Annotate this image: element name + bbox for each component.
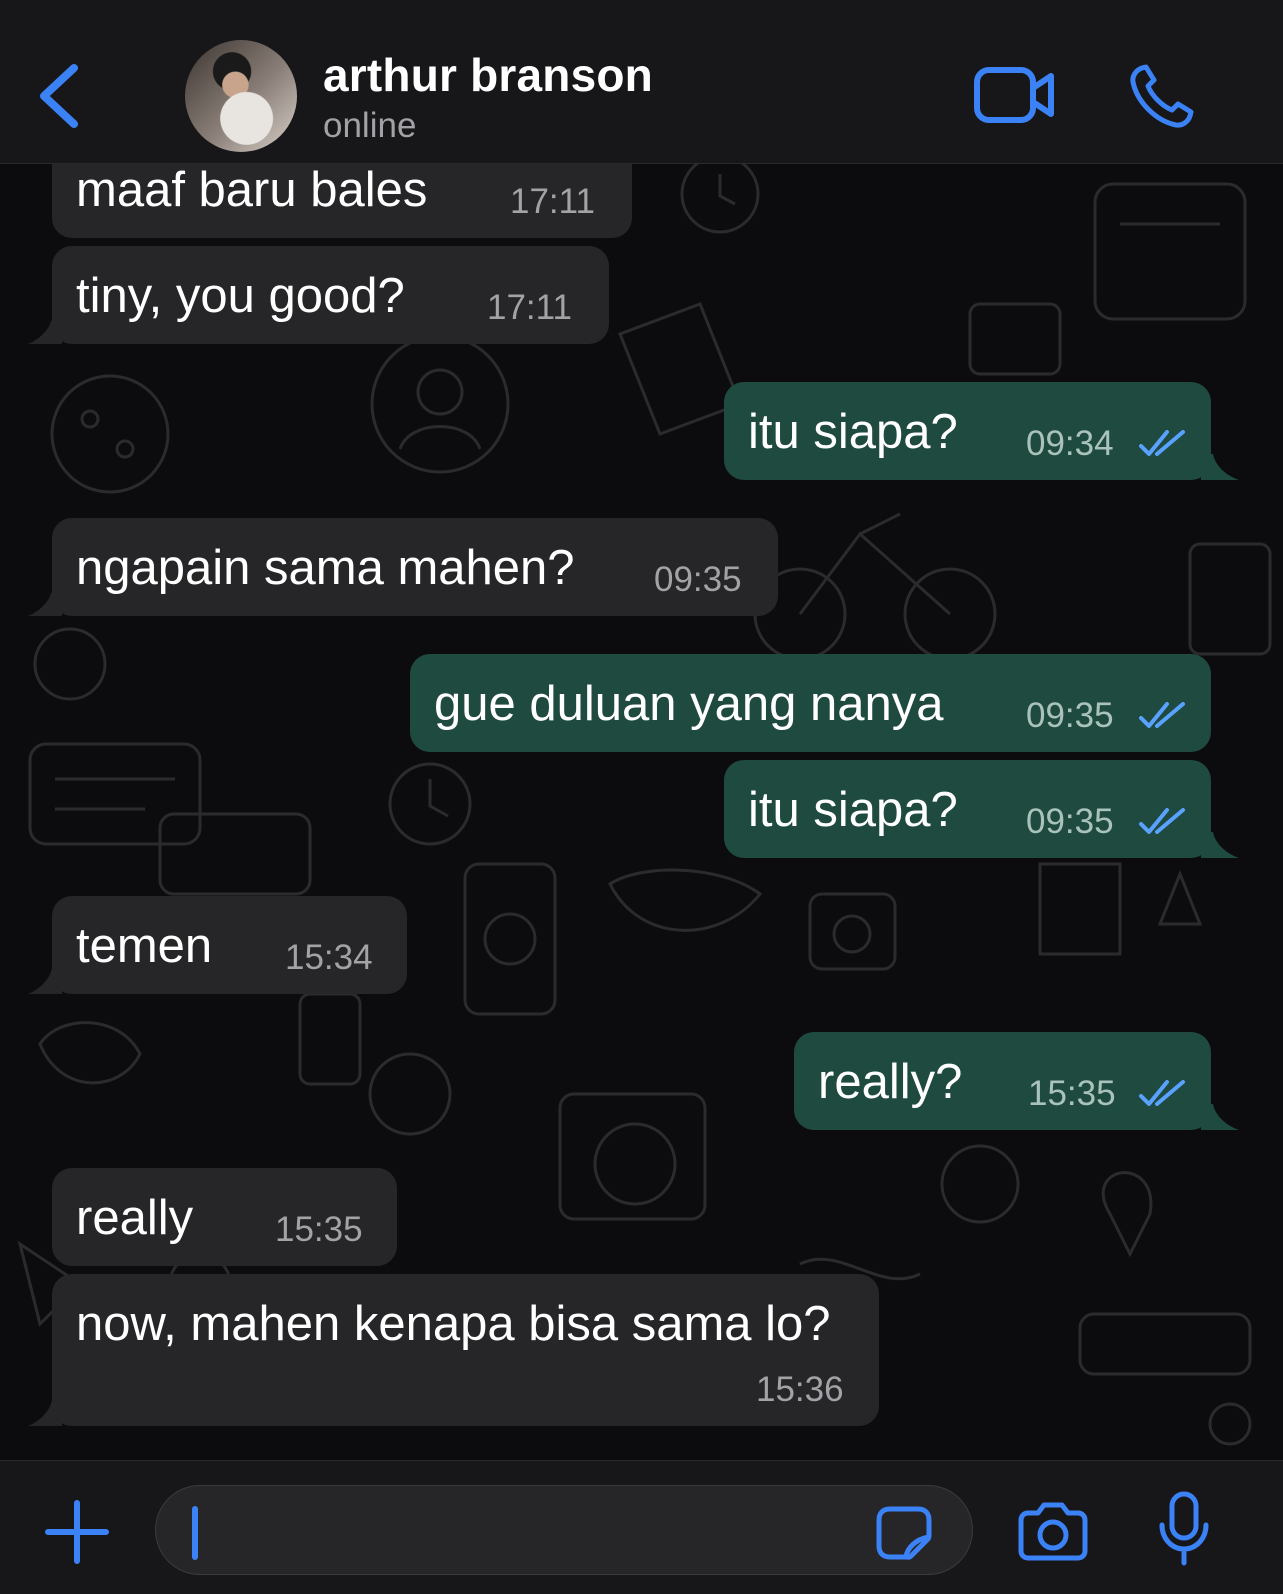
video-call-button[interactable]: [974, 66, 1056, 129]
bubble-tail: [28, 968, 62, 994]
read-receipt-icon: [1139, 808, 1185, 834]
message-time: 15:34: [285, 938, 373, 977]
message-text: really?: [818, 1055, 963, 1109]
back-chevron-icon: [40, 64, 78, 128]
bubble-tail: [1201, 1104, 1239, 1130]
contact-status: online: [323, 106, 417, 145]
message-bubble-incoming[interactable]: ngapain sama mahen? 09:35: [28, 518, 778, 616]
read-receipt-icon: [1139, 702, 1185, 728]
bubble-tail: [28, 318, 62, 344]
message-bubble-outgoing[interactable]: really? 15:35: [794, 1032, 1239, 1130]
message-time: 09:35: [654, 560, 742, 599]
message-text: itu siapa?: [748, 783, 958, 837]
message-time: 17:11: [510, 182, 595, 221]
voice-call-button[interactable]: [1128, 64, 1194, 135]
voice-message-button[interactable]: [1156, 1491, 1212, 1572]
message-time: 09:34: [1026, 424, 1114, 463]
message-text: ngapain sama mahen?: [76, 541, 575, 595]
message-text: really: [76, 1191, 194, 1245]
message-time: 15:36: [756, 1370, 844, 1409]
message-bubble-incoming[interactable]: really 15:35: [52, 1168, 397, 1266]
message-text: maaf baru bales: [76, 164, 428, 217]
message-time: 15:35: [1028, 1074, 1116, 1113]
composer-bar: [0, 1460, 1283, 1594]
video-call-icon: [974, 67, 1054, 123]
message-input[interactable]: [155, 1485, 973, 1575]
message-time: 09:35: [1026, 802, 1114, 841]
camera-icon: [1018, 1502, 1088, 1561]
text-caret: [192, 1506, 198, 1560]
message-time: 17:11: [487, 288, 572, 327]
camera-button[interactable]: [1018, 1501, 1088, 1566]
back-button[interactable]: [34, 58, 84, 138]
message-bubble-incoming[interactable]: temen 15:34: [28, 896, 407, 994]
read-receipt-icon: [1139, 1080, 1185, 1106]
bubble-tail: [1201, 832, 1239, 858]
sticker-icon: [876, 1506, 932, 1560]
message-bubble-outgoing[interactable]: gue duluan yang nanya 09:35: [410, 654, 1211, 752]
read-receipt-icon: [1139, 430, 1185, 456]
message-bubble-incoming[interactable]: now, mahen kenapa bisa sama lo? 15:36: [28, 1274, 879, 1426]
chat-header: arthur branson online: [0, 0, 1283, 164]
message-text: itu siapa?: [748, 405, 958, 459]
message-bubble-outgoing[interactable]: itu siapa? 09:34: [724, 382, 1239, 480]
message-time: 09:35: [1026, 696, 1114, 735]
message-text: temen: [76, 919, 213, 973]
contact-name[interactable]: arthur branson: [323, 48, 653, 102]
attach-button[interactable]: [44, 1499, 110, 1570]
message-text: gue duluan yang nanya: [434, 677, 944, 731]
bubble-tail: [1201, 454, 1239, 480]
message-text: tiny, you good?: [76, 269, 405, 323]
sticker-button[interactable]: [876, 1506, 932, 1565]
message-bubble-incoming[interactable]: tiny, you good? 17:11: [28, 246, 609, 344]
message-time: 15:35: [275, 1210, 363, 1249]
message-text: now, mahen kenapa bisa sama lo?: [76, 1297, 831, 1351]
message-bubble-outgoing[interactable]: itu siapa? 09:35: [724, 760, 1239, 858]
message-bubble-incoming[interactable]: maaf baru bales 17:11: [52, 164, 632, 238]
avatar[interactable]: [185, 40, 297, 152]
bubble-tail: [28, 590, 62, 616]
bubble-tail: [28, 1400, 62, 1426]
microphone-icon: [1159, 1491, 1209, 1566]
voice-call-icon: [1130, 64, 1194, 128]
plus-icon: [45, 1500, 109, 1564]
chat-area[interactable]: maaf baru bales 17:11 tiny, you good? 17…: [0, 164, 1283, 1460]
